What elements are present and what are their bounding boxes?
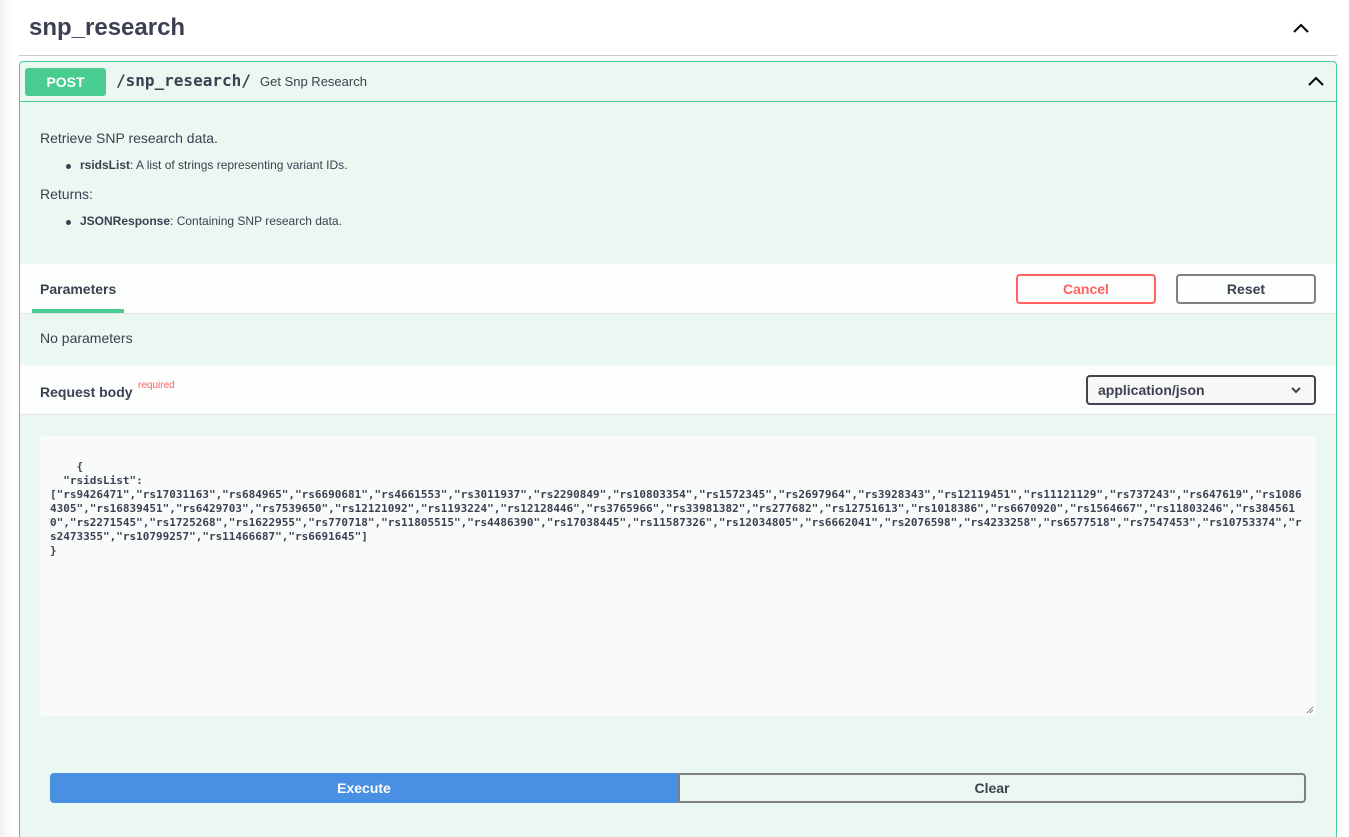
request-body-text: { "rsidsList": ["rs9426471","rs17031163"…	[50, 460, 1302, 557]
description-intro: Retrieve SNP research data.	[40, 130, 218, 146]
operation-summary[interactable]: POST /snp_research/ Get Snp Research	[20, 62, 1336, 102]
tag-title: snp_research	[29, 14, 186, 41]
request-body-label: Request body	[40, 384, 133, 400]
http-method-badge: POST	[25, 68, 106, 96]
tag-section-header[interactable]: snp_research	[19, 0, 1337, 56]
tab-active-indicator	[32, 309, 124, 313]
execute-button[interactable]: Execute	[50, 773, 678, 803]
operation-path: /snp_research/	[116, 71, 251, 90]
clear-button[interactable]: Clear	[678, 773, 1306, 803]
no-parameters-text: No parameters	[40, 330, 133, 346]
args-list: rsidsList: A list of strings representin…	[64, 158, 347, 172]
content-type-select[interactable]: application/json	[1086, 375, 1316, 405]
required-badge: required	[138, 380, 175, 391]
parameters-header: Parameters Cancel Reset	[20, 264, 1336, 314]
execute-actions: Execute Clear	[50, 773, 1306, 803]
page-left-edge	[0, 0, 12, 837]
return-name: JSONResponse	[80, 214, 171, 228]
resize-handle-icon[interactable]	[1306, 706, 1314, 714]
chevron-up-icon[interactable]	[1306, 71, 1326, 91]
returns-list: JSONResponse: Containing SNP research da…	[64, 214, 347, 228]
operation-block-post: POST /snp_research/ Get Snp Research Ret…	[19, 61, 1337, 837]
request-body-editor[interactable]: { "rsidsList": ["rs9426471","rs17031163"…	[40, 436, 1316, 716]
request-body-header: Request body required application/json	[20, 365, 1336, 415]
operation-description: Retrieve SNP research data. rsidsList: A…	[40, 130, 347, 242]
list-item: JSONResponse: Containing SNP research da…	[64, 214, 347, 228]
chevron-up-icon[interactable]	[1291, 18, 1311, 38]
reset-button[interactable]: Reset	[1176, 274, 1316, 304]
chevron-down-icon	[1291, 387, 1301, 394]
list-item: rsidsList: A list of strings representin…	[64, 158, 347, 172]
arg-text: : A list of strings representing variant…	[130, 158, 348, 172]
tab-parameters[interactable]: Parameters	[40, 281, 116, 297]
returns-label: Returns:	[40, 186, 93, 202]
operation-summary-text: Get Snp Research	[260, 74, 367, 89]
return-text: : Containing SNP research data.	[170, 214, 342, 228]
content-type-value: application/json	[1098, 382, 1205, 398]
cancel-button[interactable]: Cancel	[1016, 274, 1156, 304]
arg-name: rsidsList	[80, 158, 131, 172]
